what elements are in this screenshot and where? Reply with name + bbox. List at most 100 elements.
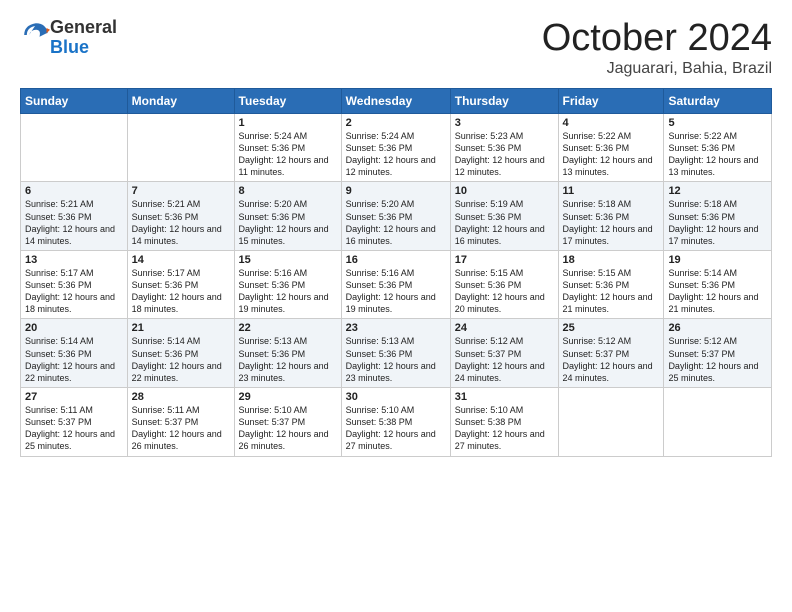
col-friday: Friday	[558, 88, 664, 113]
col-tuesday: Tuesday	[234, 88, 341, 113]
calendar-week-row: 20Sunrise: 5:14 AMSunset: 5:36 PMDayligh…	[21, 319, 772, 388]
calendar-cell: 27Sunrise: 5:11 AMSunset: 5:37 PMDayligh…	[21, 388, 128, 457]
calendar-week-row: 6Sunrise: 5:21 AMSunset: 5:36 PMDaylight…	[21, 182, 772, 251]
cell-info: Sunrise: 5:14 AMSunset: 5:36 PMDaylight:…	[668, 267, 767, 316]
day-number: 9	[346, 185, 446, 197]
day-number: 18	[563, 254, 660, 266]
day-number: 4	[563, 117, 660, 129]
cell-info: Sunrise: 5:13 AMSunset: 5:36 PMDaylight:…	[239, 335, 337, 384]
calendar-cell: 3Sunrise: 5:23 AMSunset: 5:36 PMDaylight…	[450, 113, 558, 182]
calendar-cell: 26Sunrise: 5:12 AMSunset: 5:37 PMDayligh…	[664, 319, 772, 388]
calendar-cell: 16Sunrise: 5:16 AMSunset: 5:36 PMDayligh…	[341, 250, 450, 319]
day-number: 31	[455, 391, 554, 403]
day-number: 28	[132, 391, 230, 403]
calendar-week-row: 27Sunrise: 5:11 AMSunset: 5:37 PMDayligh…	[21, 388, 772, 457]
cell-info: Sunrise: 5:10 AMSunset: 5:38 PMDaylight:…	[455, 404, 554, 453]
cell-info: Sunrise: 5:19 AMSunset: 5:36 PMDaylight:…	[455, 198, 554, 247]
cell-info: Sunrise: 5:14 AMSunset: 5:36 PMDaylight:…	[25, 335, 123, 384]
day-number: 5	[668, 117, 767, 129]
cell-info: Sunrise: 5:21 AMSunset: 5:36 PMDaylight:…	[25, 198, 123, 247]
calendar-table: Sunday Monday Tuesday Wednesday Thursday…	[20, 88, 772, 457]
col-saturday: Saturday	[664, 88, 772, 113]
day-number: 25	[563, 322, 660, 334]
calendar-cell: 30Sunrise: 5:10 AMSunset: 5:38 PMDayligh…	[341, 388, 450, 457]
day-number: 6	[25, 185, 123, 197]
cell-info: Sunrise: 5:14 AMSunset: 5:36 PMDaylight:…	[132, 335, 230, 384]
logo-text: General Blue	[50, 18, 117, 58]
day-number: 2	[346, 117, 446, 129]
calendar-header-row: Sunday Monday Tuesday Wednesday Thursday…	[21, 88, 772, 113]
logo: General Blue	[20, 18, 117, 58]
month-title: October 2024	[542, 18, 772, 60]
cell-info: Sunrise: 5:17 AMSunset: 5:36 PMDaylight:…	[25, 267, 123, 316]
cell-info: Sunrise: 5:20 AMSunset: 5:36 PMDaylight:…	[346, 198, 446, 247]
col-monday: Monday	[127, 88, 234, 113]
cell-info: Sunrise: 5:11 AMSunset: 5:37 PMDaylight:…	[25, 404, 123, 453]
day-number: 20	[25, 322, 123, 334]
col-sunday: Sunday	[21, 88, 128, 113]
day-number: 16	[346, 254, 446, 266]
cell-info: Sunrise: 5:22 AMSunset: 5:36 PMDaylight:…	[668, 130, 767, 179]
day-number: 19	[668, 254, 767, 266]
cell-info: Sunrise: 5:16 AMSunset: 5:36 PMDaylight:…	[239, 267, 337, 316]
col-thursday: Thursday	[450, 88, 558, 113]
calendar-cell: 28Sunrise: 5:11 AMSunset: 5:37 PMDayligh…	[127, 388, 234, 457]
cell-info: Sunrise: 5:18 AMSunset: 5:36 PMDaylight:…	[563, 198, 660, 247]
page: General Blue October 2024 Jaguarari, Bah…	[0, 0, 792, 612]
calendar-week-row: 1Sunrise: 5:24 AMSunset: 5:36 PMDaylight…	[21, 113, 772, 182]
title-block: October 2024 Jaguarari, Bahia, Brazil	[542, 18, 772, 78]
calendar-cell: 22Sunrise: 5:13 AMSunset: 5:36 PMDayligh…	[234, 319, 341, 388]
logo-blue: Blue	[50, 37, 89, 57]
calendar-cell: 11Sunrise: 5:18 AMSunset: 5:36 PMDayligh…	[558, 182, 664, 251]
cell-info: Sunrise: 5:11 AMSunset: 5:37 PMDaylight:…	[132, 404, 230, 453]
calendar-cell: 10Sunrise: 5:19 AMSunset: 5:36 PMDayligh…	[450, 182, 558, 251]
logo-general: General	[50, 17, 117, 37]
calendar-cell: 20Sunrise: 5:14 AMSunset: 5:36 PMDayligh…	[21, 319, 128, 388]
calendar-cell: 1Sunrise: 5:24 AMSunset: 5:36 PMDaylight…	[234, 113, 341, 182]
cell-info: Sunrise: 5:21 AMSunset: 5:36 PMDaylight:…	[132, 198, 230, 247]
day-number: 12	[668, 185, 767, 197]
cell-info: Sunrise: 5:15 AMSunset: 5:36 PMDaylight:…	[455, 267, 554, 316]
calendar-cell: 12Sunrise: 5:18 AMSunset: 5:36 PMDayligh…	[664, 182, 772, 251]
day-number: 14	[132, 254, 230, 266]
cell-info: Sunrise: 5:18 AMSunset: 5:36 PMDaylight:…	[668, 198, 767, 247]
calendar-cell: 21Sunrise: 5:14 AMSunset: 5:36 PMDayligh…	[127, 319, 234, 388]
calendar-cell: 8Sunrise: 5:20 AMSunset: 5:36 PMDaylight…	[234, 182, 341, 251]
cell-info: Sunrise: 5:12 AMSunset: 5:37 PMDaylight:…	[455, 335, 554, 384]
cell-info: Sunrise: 5:20 AMSunset: 5:36 PMDaylight:…	[239, 198, 337, 247]
cell-info: Sunrise: 5:12 AMSunset: 5:37 PMDaylight:…	[563, 335, 660, 384]
calendar-cell: 29Sunrise: 5:10 AMSunset: 5:37 PMDayligh…	[234, 388, 341, 457]
calendar-cell: 18Sunrise: 5:15 AMSunset: 5:36 PMDayligh…	[558, 250, 664, 319]
calendar-cell: 31Sunrise: 5:10 AMSunset: 5:38 PMDayligh…	[450, 388, 558, 457]
day-number: 10	[455, 185, 554, 197]
calendar-cell: 5Sunrise: 5:22 AMSunset: 5:36 PMDaylight…	[664, 113, 772, 182]
calendar-cell: 4Sunrise: 5:22 AMSunset: 5:36 PMDaylight…	[558, 113, 664, 182]
calendar-cell: 15Sunrise: 5:16 AMSunset: 5:36 PMDayligh…	[234, 250, 341, 319]
calendar-cell	[21, 113, 128, 182]
cell-info: Sunrise: 5:13 AMSunset: 5:36 PMDaylight:…	[346, 335, 446, 384]
calendar-cell: 14Sunrise: 5:17 AMSunset: 5:36 PMDayligh…	[127, 250, 234, 319]
cell-info: Sunrise: 5:23 AMSunset: 5:36 PMDaylight:…	[455, 130, 554, 179]
day-number: 30	[346, 391, 446, 403]
day-number: 17	[455, 254, 554, 266]
col-wednesday: Wednesday	[341, 88, 450, 113]
calendar-week-row: 13Sunrise: 5:17 AMSunset: 5:36 PMDayligh…	[21, 250, 772, 319]
cell-info: Sunrise: 5:10 AMSunset: 5:37 PMDaylight:…	[239, 404, 337, 453]
day-number: 11	[563, 185, 660, 197]
day-number: 13	[25, 254, 123, 266]
day-number: 24	[455, 322, 554, 334]
day-number: 3	[455, 117, 554, 129]
calendar-cell: 9Sunrise: 5:20 AMSunset: 5:36 PMDaylight…	[341, 182, 450, 251]
logo-icon	[22, 21, 50, 49]
cell-info: Sunrise: 5:24 AMSunset: 5:36 PMDaylight:…	[239, 130, 337, 179]
cell-info: Sunrise: 5:12 AMSunset: 5:37 PMDaylight:…	[668, 335, 767, 384]
calendar-cell: 2Sunrise: 5:24 AMSunset: 5:36 PMDaylight…	[341, 113, 450, 182]
calendar-cell: 17Sunrise: 5:15 AMSunset: 5:36 PMDayligh…	[450, 250, 558, 319]
calendar-cell: 24Sunrise: 5:12 AMSunset: 5:37 PMDayligh…	[450, 319, 558, 388]
calendar-cell	[664, 388, 772, 457]
calendar-cell: 7Sunrise: 5:21 AMSunset: 5:36 PMDaylight…	[127, 182, 234, 251]
day-number: 29	[239, 391, 337, 403]
cell-info: Sunrise: 5:24 AMSunset: 5:36 PMDaylight:…	[346, 130, 446, 179]
calendar-cell	[558, 388, 664, 457]
calendar-cell: 19Sunrise: 5:14 AMSunset: 5:36 PMDayligh…	[664, 250, 772, 319]
